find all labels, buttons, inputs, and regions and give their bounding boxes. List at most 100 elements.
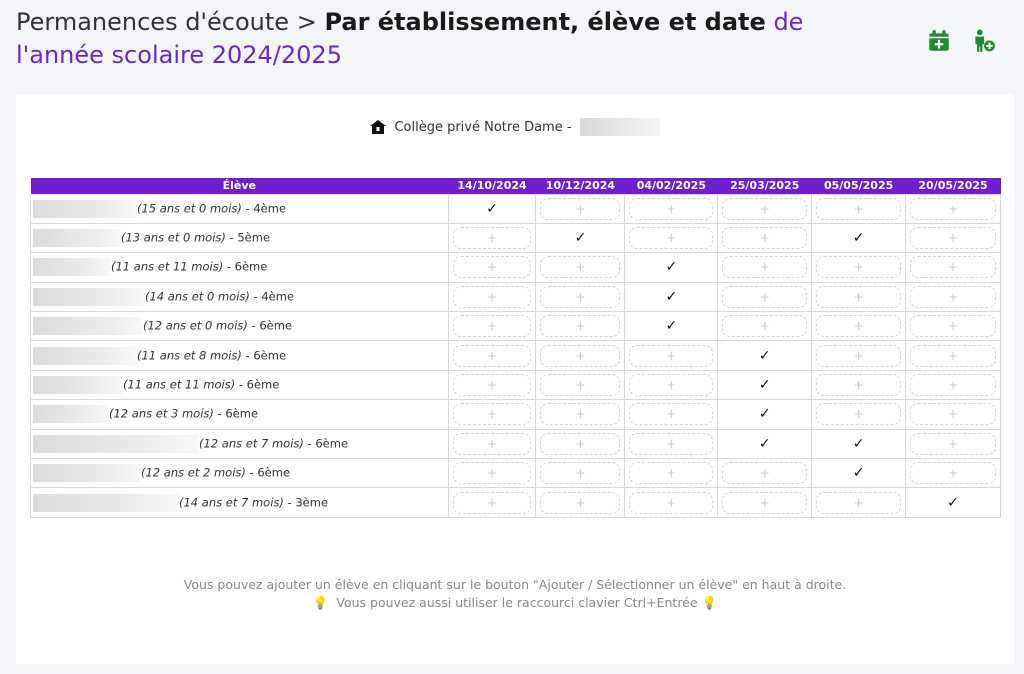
lightbulb-icon: 💡	[312, 595, 329, 610]
attendance-table: Élève 14/10/2024 10/12/2024 04/02/2025 25/0…	[30, 178, 1001, 518]
add-session-slot[interactable]: +	[540, 403, 621, 426]
table-row: (15 ans et 0 mois) - 4ème ✓ + + + + +	[30, 193, 1001, 224]
add-session-slot[interactable]: +	[629, 227, 714, 250]
add-session-slot[interactable]: +	[722, 315, 808, 338]
student-level: - 4ème	[249, 289, 295, 304]
add-session-slot[interactable]: +	[452, 285, 532, 308]
add-session-slot[interactable]: +	[452, 462, 532, 485]
session-cell: +	[811, 281, 907, 313]
attended-check-icon[interactable]: ✓	[947, 495, 959, 511]
attended-check-icon[interactable]: ✓	[665, 318, 677, 334]
add-session-slot[interactable]: +	[629, 374, 714, 397]
column-header-date: 20/05/2025	[905, 178, 1001, 194]
add-session-slot[interactable]: +	[540, 197, 621, 220]
attended-check-icon[interactable]: ✓	[853, 465, 865, 481]
add-session-slot[interactable]: +	[452, 374, 532, 397]
add-session-slot[interactable]: +	[910, 374, 996, 397]
session-cell: ✓	[624, 252, 719, 283]
add-session-slot[interactable]: +	[722, 491, 808, 514]
add-session-slot[interactable]: +	[452, 227, 532, 250]
session-cell: +	[905, 222, 1001, 254]
add-session-slot[interactable]: +	[816, 197, 902, 220]
attended-check-icon[interactable]: ✓	[759, 377, 771, 393]
add-session-slot[interactable]: +	[816, 403, 902, 426]
add-session-slot[interactable]: +	[540, 256, 621, 279]
add-session-slot[interactable]: +	[540, 491, 621, 514]
add-session-slot[interactable]: +	[452, 491, 532, 514]
session-cell: ✓	[717, 399, 813, 430]
add-session-slot[interactable]: +	[910, 403, 996, 426]
attended-check-icon[interactable]: ✓	[486, 201, 498, 217]
table-row: (12 ans et 0 mois) - 6ème + + ✓ + + +	[30, 311, 1001, 342]
add-session-slot[interactable]: +	[722, 285, 808, 308]
add-session-slot[interactable]: +	[816, 344, 902, 367]
student-age: (11 ans et 8 mois)	[137, 348, 242, 363]
add-session-slot[interactable]: +	[910, 227, 996, 250]
help-line-1: Vous pouvez ajouter un élève en cliquant…	[183, 577, 847, 592]
add-session-slot[interactable]: +	[910, 315, 996, 338]
add-session-slot[interactable]: +	[816, 491, 902, 514]
add-session-slot[interactable]: +	[540, 374, 621, 397]
add-session-slot[interactable]: +	[452, 256, 532, 279]
user-add-icon[interactable]	[970, 28, 996, 54]
session-cell: +	[535, 399, 626, 430]
add-session-slot[interactable]: +	[629, 197, 714, 220]
session-cell: +	[624, 193, 719, 224]
attended-check-icon[interactable]: ✓	[759, 436, 771, 452]
attended-check-icon[interactable]: ✓	[853, 230, 865, 246]
session-cell: +	[624, 428, 719, 460]
attended-check-icon[interactable]: ✓	[759, 348, 771, 364]
session-cell: +	[624, 399, 719, 430]
session-cell: +	[535, 487, 626, 518]
add-session-slot[interactable]: +	[629, 403, 714, 426]
add-session-slot[interactable]: +	[540, 462, 621, 485]
add-session-slot[interactable]: +	[722, 197, 808, 220]
session-cell: +	[447, 458, 537, 489]
add-session-slot[interactable]: +	[540, 315, 621, 338]
session-cell: +	[535, 311, 626, 342]
add-session-slot[interactable]: +	[629, 344, 714, 367]
add-session-slot[interactable]: +	[722, 227, 808, 250]
attended-check-icon[interactable]: ✓	[759, 406, 771, 422]
add-session-slot[interactable]: +	[722, 256, 808, 279]
add-session-slot[interactable]: +	[910, 462, 996, 485]
add-session-slot[interactable]: +	[910, 197, 996, 220]
session-cell: +	[717, 458, 813, 489]
calendar-add-icon[interactable]	[926, 28, 952, 54]
student-name-redacted	[33, 434, 199, 453]
session-cell: +	[905, 281, 1001, 313]
session-cell: +	[811, 193, 907, 224]
add-session-slot[interactable]: +	[452, 403, 532, 426]
add-session-slot[interactable]: +	[816, 285, 902, 308]
add-session-slot[interactable]: +	[629, 432, 714, 455]
student-cell: (12 ans et 3 mois) - 6ème	[30, 399, 449, 430]
school-city-redacted	[579, 118, 660, 136]
session-cell: +	[447, 487, 537, 518]
attended-check-icon[interactable]: ✓	[853, 436, 865, 452]
attended-check-icon[interactable]: ✓	[665, 259, 677, 275]
session-cell: +	[811, 311, 907, 342]
add-session-slot[interactable]: +	[540, 432, 621, 455]
add-session-slot[interactable]: +	[910, 256, 996, 279]
session-cell: ✓	[811, 428, 907, 460]
add-session-slot[interactable]: +	[452, 432, 532, 455]
add-session-slot[interactable]: +	[540, 285, 621, 308]
student-cell: (12 ans et 0 mois) - 6ème	[30, 311, 449, 342]
add-session-slot[interactable]: +	[910, 432, 996, 455]
student-level: - 4ème	[241, 201, 287, 216]
add-session-slot[interactable]: +	[452, 315, 532, 338]
attended-check-icon[interactable]: ✓	[665, 289, 677, 305]
add-session-slot[interactable]: +	[629, 491, 714, 514]
add-session-slot[interactable]: +	[540, 344, 621, 367]
add-session-slot[interactable]: +	[816, 315, 902, 338]
student-name-redacted	[33, 376, 123, 395]
add-session-slot[interactable]: +	[816, 374, 902, 397]
add-session-slot[interactable]: +	[910, 285, 996, 308]
attended-check-icon[interactable]: ✓	[575, 230, 587, 246]
add-session-slot[interactable]: +	[629, 462, 714, 485]
add-session-slot[interactable]: +	[816, 256, 902, 279]
add-session-slot[interactable]: +	[452, 344, 532, 367]
add-session-slot[interactable]: +	[722, 462, 808, 485]
student-name-redacted	[33, 405, 109, 424]
add-session-slot[interactable]: +	[910, 344, 996, 367]
